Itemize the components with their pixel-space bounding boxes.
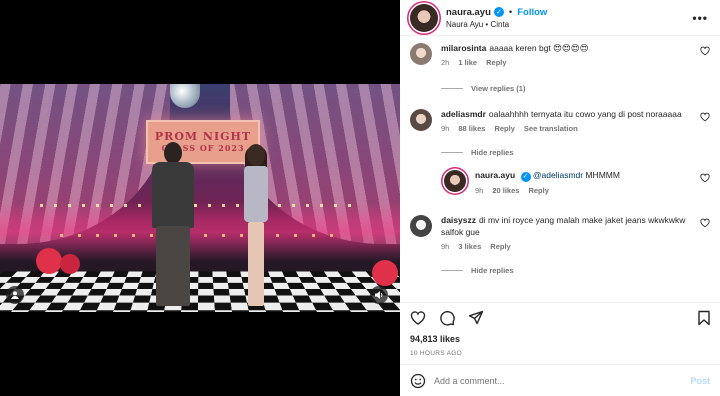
user-tag-icon[interactable] xyxy=(6,286,24,304)
comment-likes[interactable]: 88 likes xyxy=(458,123,485,135)
volume-icon[interactable] xyxy=(370,286,388,304)
more-options-icon[interactable]: ••• xyxy=(692,11,708,25)
string-lights xyxy=(40,204,360,207)
reply-button[interactable]: Reply xyxy=(528,185,548,197)
balloon xyxy=(372,260,398,286)
heart-icon[interactable] xyxy=(700,173,710,183)
comment-input[interactable] xyxy=(434,375,691,386)
comment-time[interactable]: 2h xyxy=(441,57,449,69)
post-sidebar: naura.ayu ✓ • Follow Naura Ayu • Cinta •… xyxy=(400,0,720,396)
avatar[interactable] xyxy=(410,215,432,237)
disco-ball xyxy=(170,84,200,108)
heart-icon[interactable] xyxy=(410,310,426,326)
checkered-floor xyxy=(0,271,400,312)
view-replies-label: View replies (1) xyxy=(471,84,526,93)
post-subtitle[interactable]: Naura Ayu • Cinta xyxy=(446,20,547,29)
stage-glow xyxy=(0,202,400,262)
heart-icon[interactable] xyxy=(700,46,710,56)
hide-replies-label: Hide replies xyxy=(471,148,514,157)
separator-dot: • xyxy=(508,6,513,18)
add-comment-bar: Post xyxy=(400,364,720,396)
comment-username[interactable]: naura.ayu xyxy=(475,170,515,180)
heart-icon[interactable] xyxy=(700,112,710,122)
avatar[interactable] xyxy=(410,3,438,32)
comment: daisyszz di mv ini royce yang malah make … xyxy=(410,214,710,253)
comment-likes[interactable]: 20 likes xyxy=(492,185,519,197)
comment-username[interactable]: milarosinta xyxy=(441,43,486,53)
hide-replies-button[interactable]: Hide replies xyxy=(441,148,514,157)
comment-time[interactable]: 9h xyxy=(441,241,449,253)
see-translation-button[interactable]: See translation xyxy=(524,123,578,135)
hide-replies-button[interactable]: Hide replies xyxy=(441,266,514,275)
reply-button[interactable]: Reply xyxy=(486,57,506,69)
comment: milarosinta aaaaa keren bgt 😍😍😍😍 2h 1 lik… xyxy=(410,42,710,69)
avatar[interactable] xyxy=(444,170,466,192)
comments-list: milarosinta aaaaa keren bgt 😍😍😍😍 2h 1 lik… xyxy=(400,36,720,302)
comment: adeliasmdr oalaahhhh ternyata itu cowo ya… xyxy=(410,108,710,135)
performer-female xyxy=(236,144,276,306)
comment-username[interactable]: adeliasmdr xyxy=(441,109,486,119)
view-replies-button[interactable]: View replies (1) xyxy=(441,84,525,93)
comment-time[interactable]: 9h xyxy=(441,123,449,135)
post-header: naura.ayu ✓ • Follow Naura Ayu • Cinta •… xyxy=(400,0,720,36)
avatar[interactable] xyxy=(410,43,432,65)
post-timestamp[interactable]: 10 HOURS AGO xyxy=(400,348,720,364)
comment-text: di mv ini royce yang malah make jaket je… xyxy=(441,215,686,237)
reply-button[interactable]: Reply xyxy=(490,241,510,253)
media-panel: PROM NIGHT CLASS OF 2023 xyxy=(0,0,400,396)
comment-mention[interactable]: @adeliasmdr xyxy=(533,170,583,180)
comment-reply: naura.ayu ✓ @adeliasmdr MHMMM 9h 20 like… xyxy=(444,169,710,197)
bookmark-icon[interactable] xyxy=(696,310,712,326)
performer-male xyxy=(150,142,196,308)
follow-button[interactable]: Follow xyxy=(517,7,547,18)
comment-text: oalaahhhh ternyata itu cowo yang di post… xyxy=(488,109,682,119)
emoji-icon[interactable] xyxy=(410,373,426,389)
post-comment-button[interactable]: Post xyxy=(690,376,710,386)
comment-icon[interactable] xyxy=(439,310,455,326)
verified-badge-icon: ✓ xyxy=(520,171,531,182)
string-lights xyxy=(60,234,340,237)
avatar[interactable] xyxy=(410,109,432,131)
action-bar xyxy=(400,302,720,332)
comment-username[interactable]: daisyszz xyxy=(441,215,476,225)
comment-likes[interactable]: 3 likes xyxy=(458,241,481,253)
reply-button[interactable]: Reply xyxy=(494,123,514,135)
verified-badge-icon: ✓ xyxy=(493,7,504,17)
post-video[interactable]: PROM NIGHT CLASS OF 2023 xyxy=(0,84,400,312)
balloon xyxy=(36,248,62,274)
likes-count[interactable]: 94,813 likes xyxy=(400,332,720,348)
comment-text: aaaaa keren bgt 😍😍😍😍 xyxy=(489,43,589,53)
comment-likes[interactable]: 1 like xyxy=(458,57,477,69)
post-viewer: PROM NIGHT CLASS OF 2023 naura.ayu ✓ • F… xyxy=(0,0,720,396)
share-icon[interactable] xyxy=(468,310,484,326)
heart-icon[interactable] xyxy=(700,218,710,228)
comment-time[interactable]: 9h xyxy=(475,185,483,197)
author-username[interactable]: naura.ayu xyxy=(446,7,491,18)
balloon xyxy=(60,254,80,274)
comment-text: MHMMM xyxy=(583,170,620,180)
hide-replies-label: Hide replies xyxy=(471,266,514,275)
